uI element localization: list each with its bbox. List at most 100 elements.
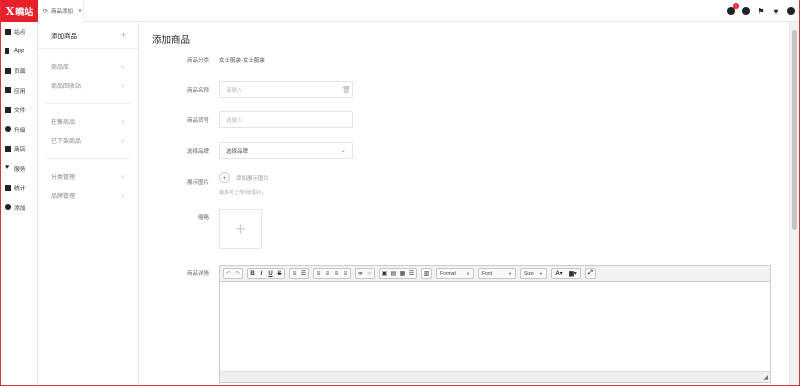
sidebar-item-service[interactable]: ♥ 服务 — [1, 159, 37, 179]
table-icon[interactable]: ▦ — [398, 269, 407, 278]
media-icon[interactable]: ▤ — [389, 269, 398, 278]
unlink-icon[interactable]: ∞ — [365, 269, 374, 278]
page-icon — [5, 67, 11, 74]
plus-icon[interactable]: + — [121, 30, 126, 40]
product-code-input[interactable]: 请输入 — [219, 111, 353, 128]
color-group: A▾ ▆▾ — [551, 268, 581, 279]
sidebar-item-product-library[interactable]: 商品库 › — [46, 57, 130, 76]
detail-label: 商品详情 — [186, 271, 209, 277]
sidebar-item-store[interactable]: 商店 — [1, 139, 37, 159]
sidebar-item-add[interactable]: 添加 — [1, 198, 37, 218]
tab-product-add[interactable]: ⟳ 商品添加 × — [38, 0, 84, 23]
align-left-icon[interactable]: ≡ — [314, 269, 323, 278]
tab-label: 商品添加 — [51, 9, 74, 15]
sidebar-head-label: 添加商品 — [51, 33, 77, 40]
sidebar-item-stats[interactable]: 统计 — [1, 178, 37, 198]
bullet-list-icon[interactable]: ☰ — [299, 269, 308, 278]
sidebar-item-files[interactable]: 文件 — [1, 100, 37, 120]
format-select[interactable]: Format ▼ — [436, 268, 474, 279]
link-icon[interactable]: ∞ — [356, 269, 365, 278]
rich-text-editor[interactable]: ↶ ↷ B I U S ≡ ☰ ≡ ≡ ≡ ≡ ∞ ∞ ▣ ▤ ▦ ☰ ▥ Fo… — [219, 265, 771, 383]
message-icon[interactable]: 1 — [727, 3, 739, 15]
chevron-right-icon: › — [121, 191, 124, 200]
font-select[interactable]: Font ▼ — [478, 268, 516, 279]
maximize-icon[interactable]: ⤢ — [586, 269, 595, 278]
sidebar-label: 服务 — [14, 166, 26, 173]
style-group: B I U S — [247, 268, 285, 279]
nav-group-manage: 分类管理 › 品牌管理 › — [46, 159, 130, 213]
chevron-down-icon: ▼ — [466, 271, 470, 276]
sidebar-label: 文件 — [14, 108, 26, 115]
header-actions: 1 ⚑ ♥ — [727, 0, 795, 22]
sidebar-item-recycle-bin[interactable]: 商品回收站 › — [46, 76, 130, 95]
brand-logo[interactable]: X 曉站 — [1, 0, 38, 22]
add-circle-icon — [5, 204, 11, 211]
sidebar-item-site[interactable]: 站点 — [1, 22, 37, 42]
sidebar-item-brand-manage[interactable]: 品牌管理 › — [46, 186, 130, 205]
sidebar-label: 商店 — [14, 147, 26, 154]
code-label: 商品货号 — [186, 118, 209, 124]
name-label: 商品名称 — [186, 88, 209, 94]
source-icon[interactable]: ▥ — [422, 269, 431, 278]
add-images-label: 添加展示图片 — [236, 175, 270, 182]
sidebar-item-on-sale[interactable]: 在售商品 › — [46, 112, 130, 131]
history-group: ↶ ↷ — [223, 268, 243, 279]
undo-icon[interactable]: ↶ — [224, 269, 233, 278]
user-icon[interactable] — [787, 7, 795, 15]
name-placeholder: 请输入 — [226, 87, 243, 94]
bg-color-icon[interactable]: ▆▾ — [566, 269, 580, 278]
plus-icon: + — [219, 172, 230, 183]
main-content: 添加商品 商品分类 女士服装-女士服装 商品名称 请输入 🗑 商品货号 请输入 … — [139, 22, 789, 385]
brand-select[interactable]: 选择品牌 ⌄ — [219, 142, 353, 159]
refresh-icon[interactable]: ⟳ — [43, 8, 48, 15]
format-label: Format — [440, 270, 456, 277]
scrollbar-thumb[interactable] — [792, 30, 797, 230]
close-icon[interactable]: × — [78, 8, 82, 15]
ordered-list-icon[interactable]: ≡ — [290, 269, 299, 278]
image-icon[interactable]: ▣ — [380, 269, 389, 278]
compass-icon[interactable] — [742, 7, 750, 15]
heart-icon[interactable]: ♥ — [772, 7, 780, 16]
italic-icon[interactable]: I — [257, 269, 266, 278]
horizontal-rule-icon[interactable]: ☰ — [407, 269, 416, 278]
align-center-icon[interactable]: ≡ — [323, 269, 332, 278]
nav-label: 已下架商品 — [51, 139, 82, 145]
sidebar-label: 升级 — [14, 127, 26, 134]
app-frame: X 曉站 ⟳ 商品添加 × 1 ⚑ ♥ 站点 App 页面 应用 文件 升级 商… — [0, 0, 800, 386]
product-name-input[interactable]: 请输入 🗑 — [219, 81, 353, 98]
size-select[interactable]: Size ▼ — [520, 268, 547, 279]
redo-icon[interactable]: ↷ — [233, 269, 242, 278]
thumbnail-label: 缩略 — [197, 215, 209, 221]
add-images-button[interactable]: + 添加展示图片 — [219, 172, 269, 183]
resize-handle-icon[interactable]: ◢ — [763, 374, 768, 381]
sidebar-label: 应用 — [14, 88, 26, 95]
page-scrollbar[interactable] — [789, 22, 799, 385]
trash-icon[interactable]: 🗑 — [342, 86, 351, 94]
code-placeholder: 请输入 — [226, 117, 243, 124]
store-icon — [5, 145, 11, 152]
chevron-right-icon: › — [121, 117, 124, 126]
sidebar-item-upgrade[interactable]: 升级 — [1, 120, 37, 140]
sidebar-item-add-product[interactable]: 添加商品 + — [38, 22, 138, 49]
strikethrough-icon[interactable]: S — [275, 269, 284, 278]
sidebar-item-off-shelf[interactable]: 已下架商品 › — [46, 131, 130, 150]
sidebar-item-page[interactable]: 页面 — [1, 61, 37, 81]
category-value: 女士服装-女士服装 — [219, 58, 265, 64]
sidebar-label: 站点 — [14, 30, 26, 37]
logo-text: 曉站 — [15, 6, 34, 17]
align-group: ≡ ≡ ≡ ≡ — [313, 268, 351, 279]
mobile-icon — [5, 48, 9, 55]
align-right-icon[interactable]: ≡ — [332, 269, 341, 278]
folder-icon — [5, 106, 11, 113]
sidebar-item-app[interactable]: App — [1, 42, 37, 62]
sidebar-item-category-manage[interactable]: 分类管理 › — [46, 167, 130, 186]
heart-icon: ♥ — [5, 164, 10, 172]
align-justify-icon[interactable]: ≡ — [341, 269, 350, 278]
underline-icon[interactable]: U — [266, 269, 275, 278]
thumbnail-upload[interactable]: + — [219, 209, 262, 249]
sidebar-item-apps[interactable]: 应用 — [1, 81, 37, 101]
text-color-icon[interactable]: A▾ — [552, 269, 566, 278]
bold-icon[interactable]: B — [248, 269, 257, 278]
flag-icon[interactable]: ⚑ — [757, 7, 765, 16]
insert-group: ▣ ▤ ▦ ☰ — [379, 268, 417, 279]
